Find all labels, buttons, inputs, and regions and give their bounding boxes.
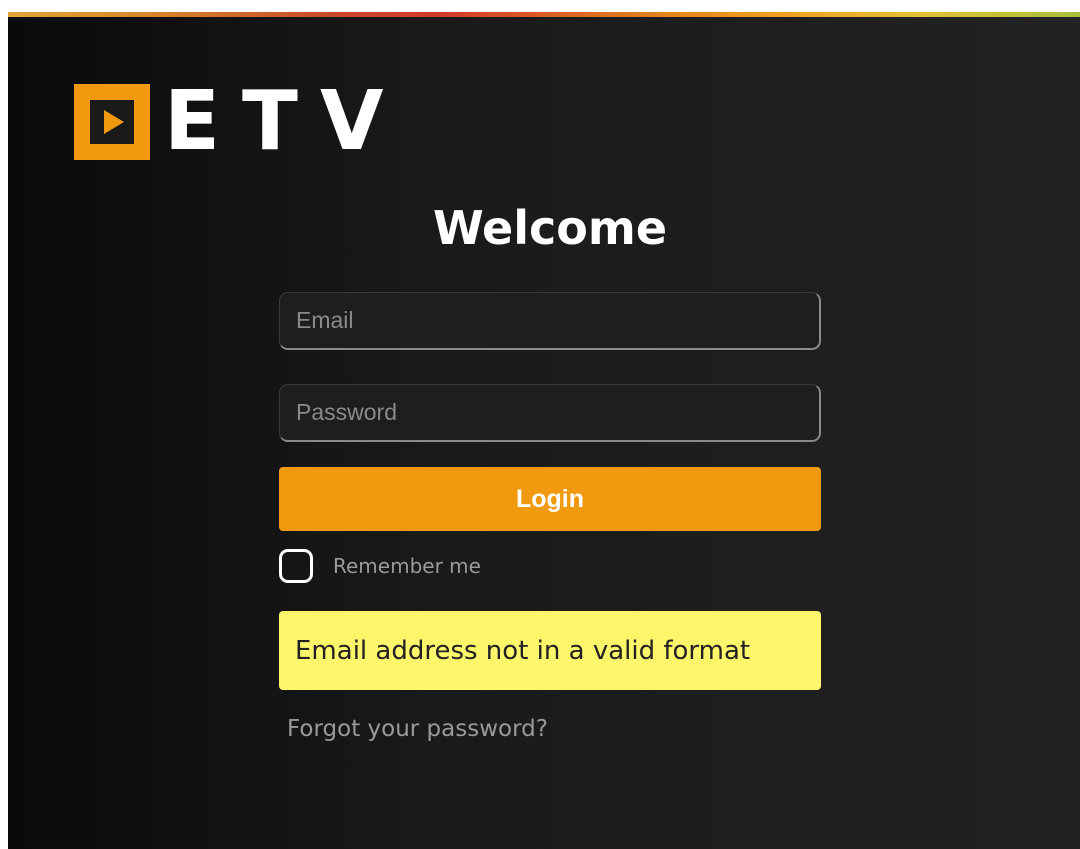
email-field[interactable] [279,292,821,350]
login-page: ETV Welcome Login Remember me Email addr… [8,0,1080,849]
validation-alert: Email address not in a valid format [279,611,821,690]
remember-me-row[interactable]: Remember me [279,547,481,585]
brand-name: ETV [164,74,406,169]
play-icon [74,84,150,160]
page-top-margin [8,0,1080,12]
login-button[interactable]: Login [279,467,821,531]
brand-logo: ETV [74,74,406,169]
password-field[interactable] [279,384,821,442]
remember-me-checkbox[interactable] [279,549,313,583]
forgot-password-link[interactable]: Forgot your password? [287,716,548,742]
brand-color-stripe [8,12,1080,17]
page-title: Welcome [432,201,668,255]
alert-message: Email address not in a valid format [295,635,751,666]
remember-me-label[interactable]: Remember me [333,554,481,578]
